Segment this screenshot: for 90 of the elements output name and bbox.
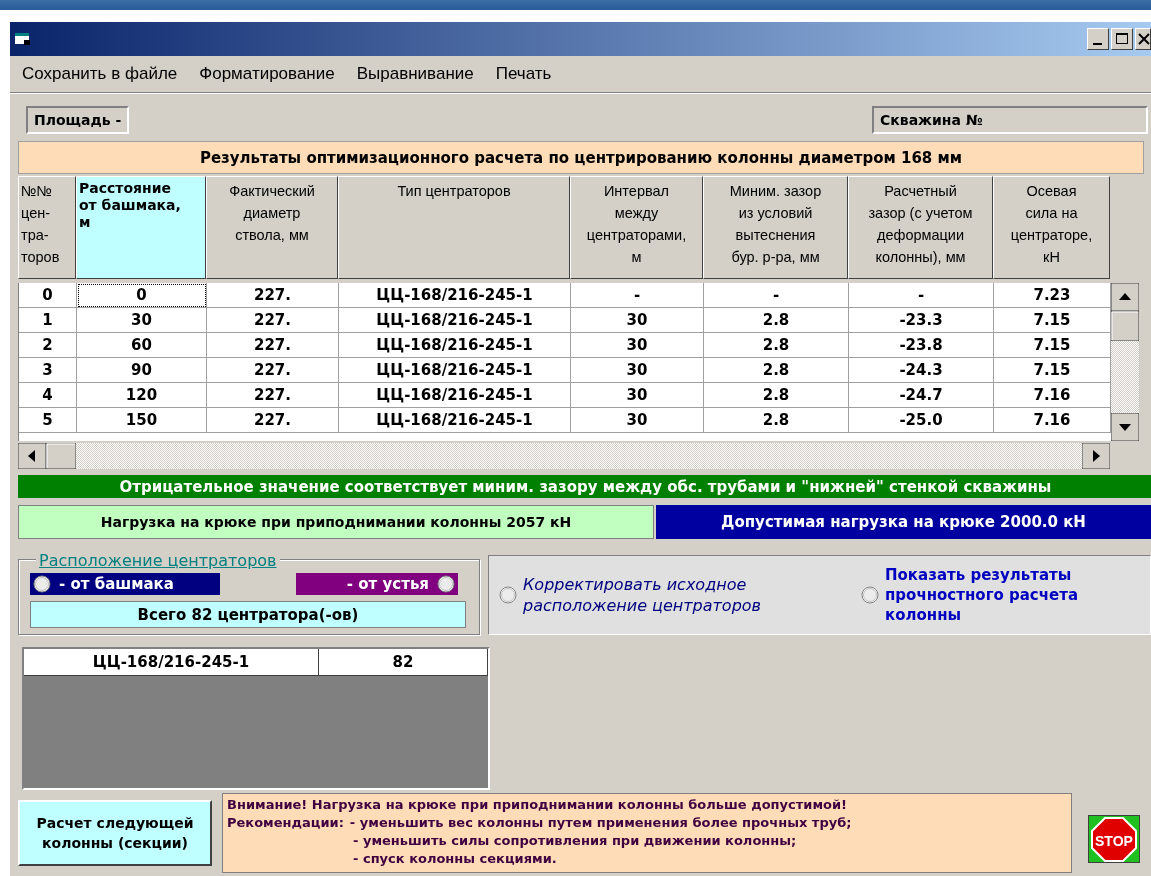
table-cell: ЦЦ-168/216-245-1 — [339, 308, 571, 333]
table-cell: -23.3 — [849, 308, 994, 333]
table-cell: 4 — [19, 383, 77, 408]
table-cell: 30 — [77, 308, 207, 333]
recommendation-item: - уменьшить силы сопротивления при движении колонны; — [352, 832, 798, 850]
table-cell: 2.8 — [704, 308, 849, 333]
stop-button[interactable]: STOP — [1088, 815, 1140, 863]
scroll-left-button[interactable] — [18, 443, 46, 469]
menu-item[interactable]: Выравнивание — [356, 64, 474, 84]
table-cell: 30 — [571, 383, 704, 408]
total-count-label: Всего 82 центратора(-ов) — [30, 601, 466, 628]
table-cell: 227. — [207, 283, 339, 308]
table-cell: -24.7 — [849, 383, 994, 408]
scroll-thumb[interactable] — [46, 443, 76, 469]
table-cell: 227. — [207, 308, 339, 333]
option-label[interactable]: Корректировать исходное расположение центраторов — [523, 574, 843, 616]
table-cell: 0 — [77, 283, 207, 308]
radio-button[interactable] — [437, 575, 455, 593]
table-cell: - — [571, 283, 704, 308]
menu-item[interactable]: Форматирование — [199, 64, 335, 84]
column-header[interactable]: Осевая сила на центраторе, кН — [993, 176, 1110, 279]
note-banner: Отрицательное значение соответствует миним. зазору между обс. трубами и "нижней" стенкой скважины — [18, 475, 1151, 498]
table-cell: 2 — [19, 333, 77, 358]
table-cell: 30 — [571, 308, 704, 333]
table-cell: 5 — [19, 408, 77, 433]
scroll-down-button[interactable] — [1111, 413, 1139, 441]
radio-button[interactable] — [499, 586, 517, 604]
table-cell: 227. — [207, 408, 339, 433]
allowed-load-label: Допустимая нагрузка на крюке 2000.0 кН — [656, 505, 1151, 539]
area-field: Площадь - — [26, 106, 130, 134]
recommendations-label: Рекомендации: — [227, 814, 344, 832]
table-cell: 2.8 — [704, 358, 849, 383]
table-cell: 2.8 — [704, 408, 849, 433]
maximize-icon[interactable] — [1111, 28, 1133, 50]
well-field: Скважина № — [872, 106, 1148, 134]
table-cell: 150 — [77, 408, 207, 433]
table-cell: ЦЦ-168/216-245-1 — [339, 283, 571, 308]
table-cell: 2.8 — [704, 333, 849, 358]
scroll-up-button[interactable] — [1111, 283, 1139, 311]
menu-item[interactable]: Сохранить в файле — [22, 64, 178, 84]
recommendation-item: - уменьшить вес колонны путем применения более прочных труб; — [349, 814, 853, 832]
table-cell: ЦЦ-168/216-245-1 — [339, 333, 571, 358]
column-header[interactable]: Расчетный зазор (с учетом деформации колонны), мм — [848, 176, 993, 279]
table-cell: ЦЦ-168/216-245-1 — [339, 358, 571, 383]
group-title: Расположение центраторов — [36, 552, 280, 570]
radio-option[interactable]: - от устья — [296, 573, 458, 595]
table-cell: 30 — [571, 408, 704, 433]
table-cell: ЦЦ-168/216-245-1 — [339, 383, 571, 408]
table-cell: - — [704, 283, 849, 308]
table-cell: 1 — [19, 308, 77, 333]
table-cell: 227. — [207, 358, 339, 383]
radio-option[interactable]: - от башмака — [30, 573, 220, 595]
table-cell: -25.0 — [849, 408, 994, 433]
results-title: Результаты оптимизационного расчета по центрированию колонны диаметром 168 мм — [18, 141, 1144, 174]
table-cell: ЦЦ-168/216-245-1 — [24, 649, 319, 676]
table-cell: 30 — [571, 358, 704, 383]
column-header[interactable]: Фактический диаметр ствола, мм — [206, 176, 338, 279]
radio-button[interactable] — [33, 575, 51, 593]
table-cell: 82 — [319, 649, 488, 676]
column-header[interactable]: Тип центраторов — [338, 176, 570, 279]
table-cell: 227. — [207, 383, 339, 408]
table-cell: 227. — [207, 333, 339, 358]
table-cell: 120 — [77, 383, 207, 408]
table-cell: - — [849, 283, 994, 308]
hook-load-label: Нагрузка на крюке при приподнимании колонны 2057 кН — [18, 505, 654, 539]
radio-button[interactable] — [861, 586, 879, 604]
warning-heading: Внимание! Нагрузка на крюке при приподнимании колонны больше допустимой! — [227, 796, 848, 814]
scroll-thumb[interactable] — [1111, 311, 1139, 341]
table-cell: -23.8 — [849, 333, 994, 358]
table-cell: 3 — [19, 358, 77, 383]
table-cell: -24.3 — [849, 358, 994, 383]
window-icon — [14, 32, 32, 46]
column-header[interactable]: Расстояние от башмака, м — [76, 176, 206, 279]
recommendation-item: - спуск колонны секциями. — [352, 850, 558, 868]
minimize-icon[interactable] — [1087, 28, 1109, 50]
column-header[interactable]: Миним. зазор из условий вытеснения бур. р-ра, мм — [703, 176, 848, 279]
close-icon[interactable] — [1135, 28, 1151, 50]
column-header[interactable]: №№ цен- тра- торов — [18, 176, 76, 279]
option-label[interactable]: Показать результаты прочностного расчета колонны — [885, 565, 1120, 625]
next-column-button[interactable]: Расчет следующей колонны (секции) — [18, 800, 212, 866]
table-cell: 90 — [77, 358, 207, 383]
table-cell: 30 — [571, 333, 704, 358]
scroll-right-button[interactable] — [1082, 443, 1110, 469]
table-cell: 2.8 — [704, 383, 849, 408]
table-cell: ЦЦ-168/216-245-1 — [339, 408, 571, 433]
column-header[interactable]: Интервал между центраторами, м — [570, 176, 703, 279]
menu-item[interactable]: Печать — [495, 64, 552, 84]
table-cell: 60 — [77, 333, 207, 358]
table-cell: 0 — [19, 283, 77, 308]
table-cell: 7.15 — [994, 308, 1111, 333]
